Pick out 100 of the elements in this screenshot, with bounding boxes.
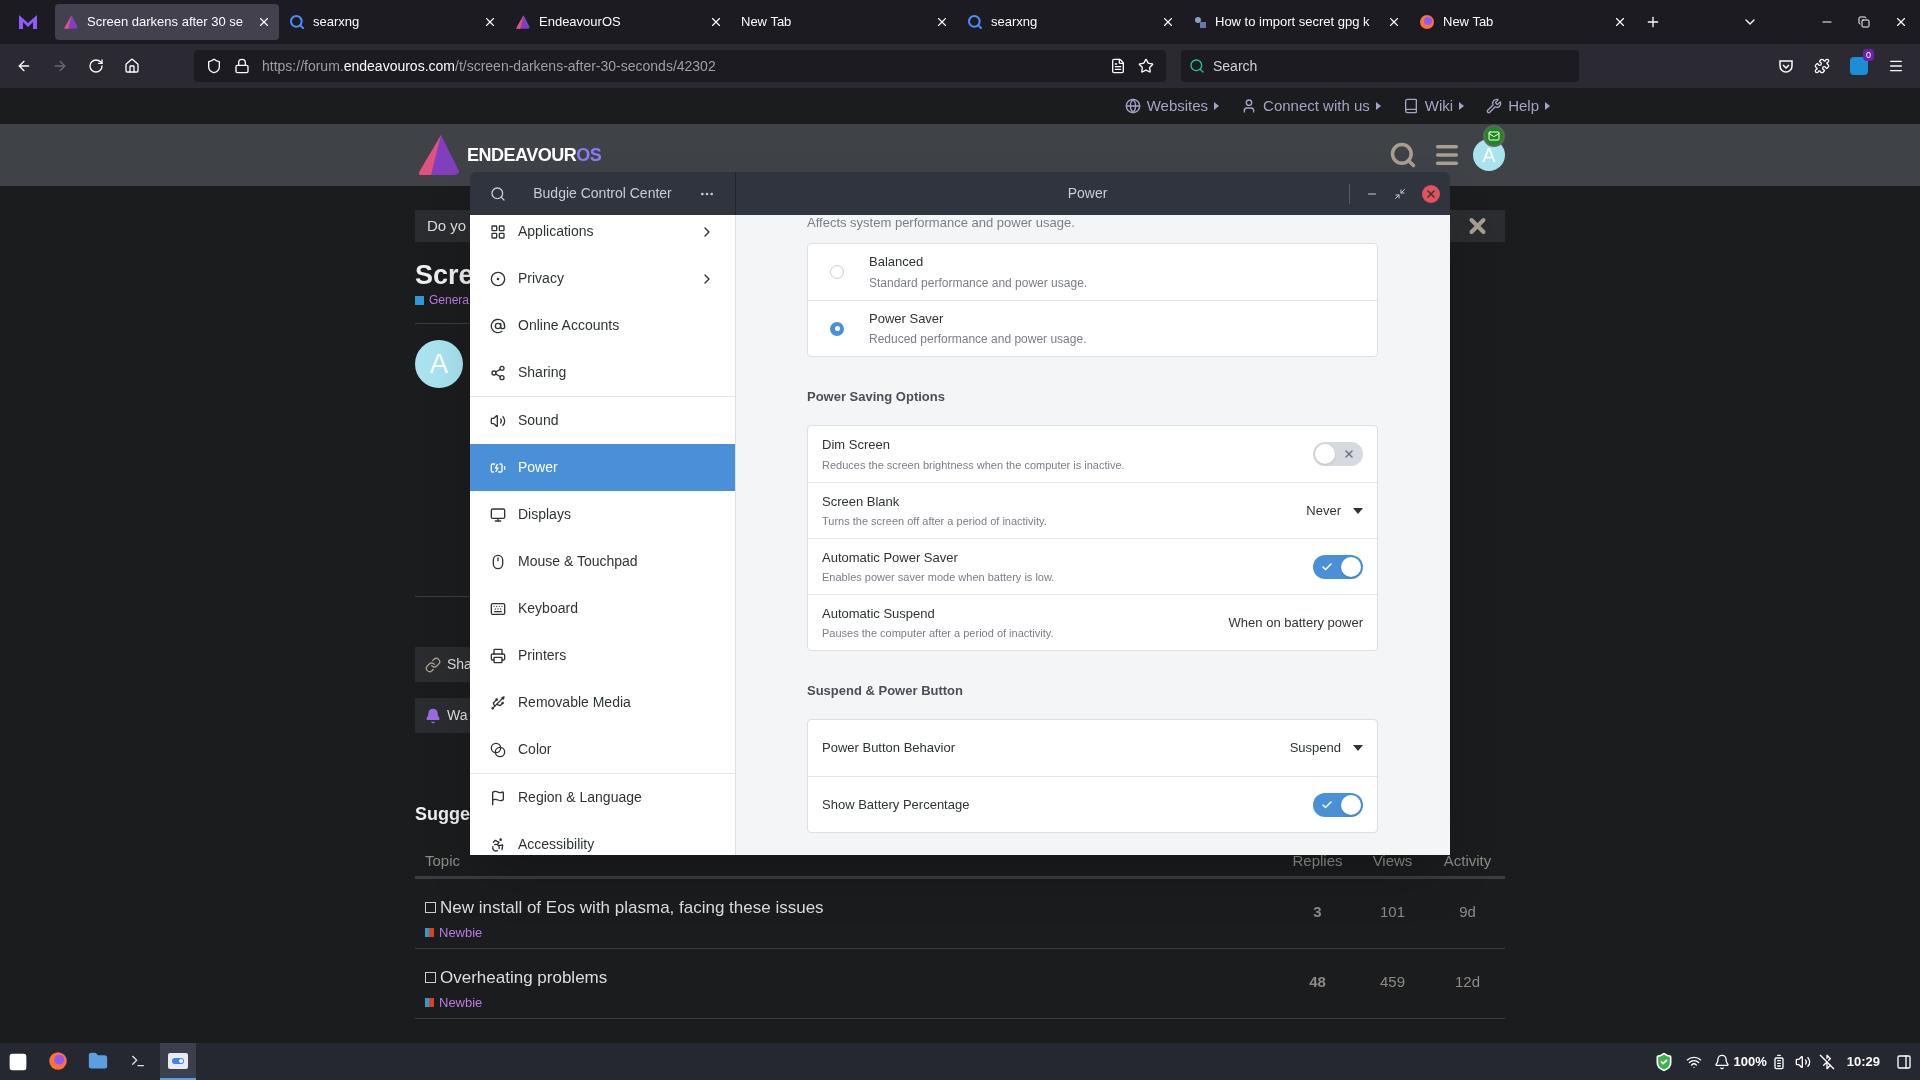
column-header: Topic [424,850,461,871]
sidebar-item[interactable]: Removable Media [470,679,735,726]
close-icon[interactable] [483,15,497,29]
toggle-switch[interactable] [1313,792,1363,817]
caret-icon [1353,745,1363,751]
search-icon[interactable] [490,185,506,202]
category-link[interactable]: Newbie [439,992,483,1012]
sidebar-item[interactable]: Applications [470,215,735,255]
pocket-icon[interactable] [1778,58,1794,74]
extension-button[interactable] [1850,57,1868,75]
target-icon [490,270,506,287]
menu-icon[interactable] [1888,58,1904,74]
address-field[interactable]: https://forum.endeavouros.com/t/screen-darkens-after-30-seconds/42302 [194,50,1166,82]
tab-title: New Tab [741,13,793,32]
table-cell-text: 101 [1379,902,1406,922]
volume-icon[interactable] [1794,1053,1811,1070]
dropdown[interactable]: Never [1306,500,1363,521]
puzzle-icon[interactable] [1814,58,1830,74]
browser-tab[interactable]: Screen darkens after 30 se [55,4,279,40]
sidebar-item[interactable]: Displays [470,491,735,538]
close-icon[interactable] [935,15,949,29]
forward-icon[interactable] [52,58,68,74]
sidebar-item[interactable]: Sharing [470,349,735,396]
star-icon[interactable] [1138,58,1154,74]
topic-link[interactable]: Overheating problems [440,965,608,991]
browser-tab[interactable]: How to import secret gpg k [1185,4,1409,40]
reader-view-icon[interactable] [1110,58,1126,74]
category-swatch [425,927,434,937]
option-description: Reduced performance and power usage. [869,331,1087,349]
sidebar-item[interactable]: Keyboard [470,585,735,632]
nav-link[interactable]: Websites [1124,94,1220,118]
bell-icon[interactable] [1713,1053,1730,1070]
url-text: https://forum.endeavouros.com/t/screen-darkens-after-30-seconds/42302 [262,56,717,76]
option-title: Power Saver [869,309,945,328]
close-icon[interactable] [1613,15,1627,29]
category-swatch [425,997,434,1007]
category-link[interactable]: Genera [429,291,470,309]
banner-text: Do yo [427,215,467,236]
sidebar-item[interactable]: Online Accounts [470,302,735,349]
search-icon[interactable] [1389,141,1417,169]
sidebar-item[interactable]: Accessibility [470,821,735,855]
sidebar-item[interactable]: Printers [470,632,735,679]
caret-icon [1545,102,1550,110]
browser-tab[interactable]: New Tab [733,4,957,40]
search-field[interactable]: Search [1181,50,1579,82]
folder-icon [88,1050,108,1071]
tab-title: New Tab [1443,13,1495,32]
nav-link[interactable]: Help [1486,94,1550,118]
table-cell-text: 12d [1454,972,1481,992]
bluetooth-icon[interactable] [1818,1053,1835,1070]
browser-tab[interactable]: New Tab [1411,4,1635,40]
toggle-switch[interactable] [1313,554,1363,579]
search-placeholder: Search [1213,56,1258,76]
toggle-switch[interactable] [1313,442,1363,466]
reload-icon[interactable] [88,58,104,74]
monitor-icon [490,506,506,523]
sidebar-item[interactable]: Color [470,726,735,773]
mouse-icon [490,553,506,570]
nav-link[interactable]: Wiki [1402,94,1465,118]
lock-icon [234,58,250,74]
mode-option[interactable]: Balanced Standard performance and power usage. [808,244,1377,300]
close-icon[interactable] [1894,15,1908,29]
browser-tab[interactable]: searxng [959,4,1183,40]
home-icon[interactable] [124,58,140,74]
close-icon[interactable] [1161,15,1175,29]
taskbar-app[interactable] [160,1043,196,1080]
globe-icon [1124,98,1141,114]
restore-icon[interactable] [1858,16,1870,28]
site-logo[interactable]: ENDEAVOUROS [415,131,602,179]
radio-button[interactable] [830,321,844,336]
setting-description: Turns the screen off after a period of inactivity. [822,514,1048,529]
category-link[interactable]: Newbie [439,922,483,942]
close-button[interactable] [1422,184,1440,203]
sidebar-item[interactable]: Region & Language [470,774,735,821]
close-icon[interactable] [709,15,723,29]
at-sign-icon [490,317,506,334]
restore-icon[interactable] [1394,187,1406,200]
close-icon[interactable] [257,15,271,29]
setting-title: Screen Blank [822,492,901,511]
sidebar-item[interactable]: Sound [470,397,735,444]
mode-option[interactable]: Power Saver Reduced performance and power usage. [808,300,1377,356]
cross-icon [1343,448,1355,460]
browser-tab[interactable]: searxng [281,4,505,40]
browser-tab[interactable]: EndeavourOS [507,4,731,40]
section-heading: Sugge [415,802,470,826]
sidebar-item[interactable]: Mouse & Touchpad [470,538,735,585]
start-menu-icon[interactable] [8,1051,28,1072]
radio-button[interactable] [830,265,844,279]
nav-link[interactable]: Connect with us [1241,94,1381,118]
back-icon[interactable] [16,58,32,74]
section-heading: Power Saving Options [807,388,945,407]
panel-icon[interactable] [1896,1053,1912,1070]
extension-badge: 0 [1863,49,1874,61]
dropdown[interactable]: Suspend [1289,738,1363,758]
check-icon [1321,560,1333,573]
topic-link[interactable]: New install of Eos with plasma, facing these issues [440,895,824,921]
close-icon[interactable] [1387,15,1401,29]
battery-percent: 100% [1733,1052,1767,1071]
setting-title: Power Button Behavior [822,739,956,758]
new-tab-icon[interactable] [1645,14,1661,30]
